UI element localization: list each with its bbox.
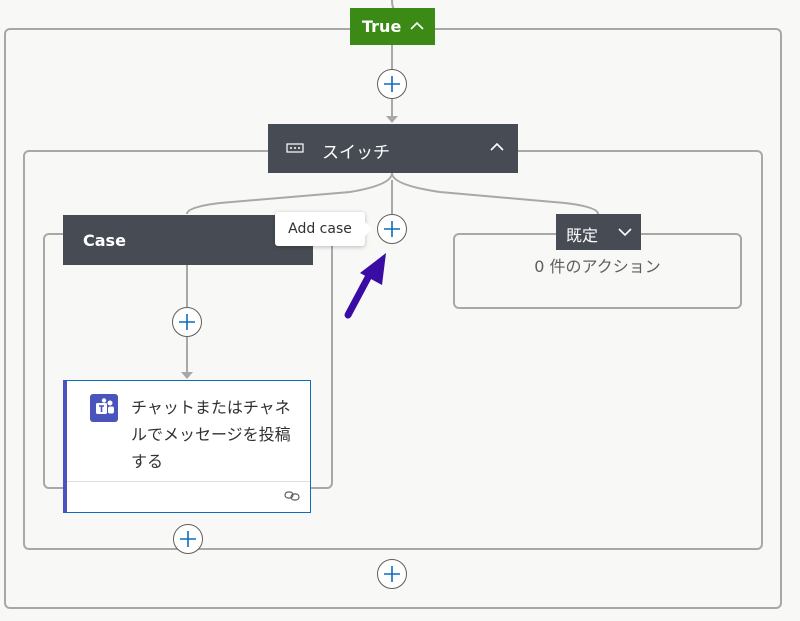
default-case-empty-text: 0 件のアクション (534, 257, 661, 276)
teams-icon (90, 394, 118, 422)
plus-icon (384, 566, 400, 582)
chevron-up-icon[interactable] (409, 18, 425, 34)
plus-icon (180, 531, 196, 547)
switch-icon (286, 143, 304, 153)
true-branch-label: True (362, 17, 402, 36)
true-branch-header[interactable]: True (350, 8, 435, 45)
add-step-button[interactable] (173, 524, 203, 554)
teams-action-title: チャットまたはチャネルでメッセージを投稿する (131, 398, 291, 471)
default-case-header[interactable]: 既定 (556, 214, 641, 250)
teams-action-card[interactable]: チャットまたはチャネルでメッセージを投稿する (63, 380, 311, 513)
add-step-button[interactable] (172, 307, 202, 337)
add-case-button[interactable] (377, 214, 407, 244)
plus-icon (384, 76, 400, 92)
case-label: Case (83, 231, 126, 250)
add-case-tooltip-text: Add case (288, 221, 352, 237)
link-icon[interactable] (284, 489, 300, 503)
switch-action-title: スイッチ (322, 143, 390, 163)
arrow-icon (344, 253, 386, 319)
add-step-button[interactable] (377, 69, 407, 99)
switch-action-header[interactable]: スイッチ (268, 124, 518, 173)
plus-icon (179, 314, 195, 330)
card-divider (67, 481, 310, 482)
add-case-tooltip: Add case (275, 212, 372, 246)
add-step-button[interactable] (377, 559, 407, 589)
chevron-up-icon[interactable] (488, 138, 506, 156)
chevron-down-icon[interactable] (617, 224, 633, 240)
plus-icon (384, 221, 400, 237)
default-case-label: 既定 (566, 226, 599, 245)
